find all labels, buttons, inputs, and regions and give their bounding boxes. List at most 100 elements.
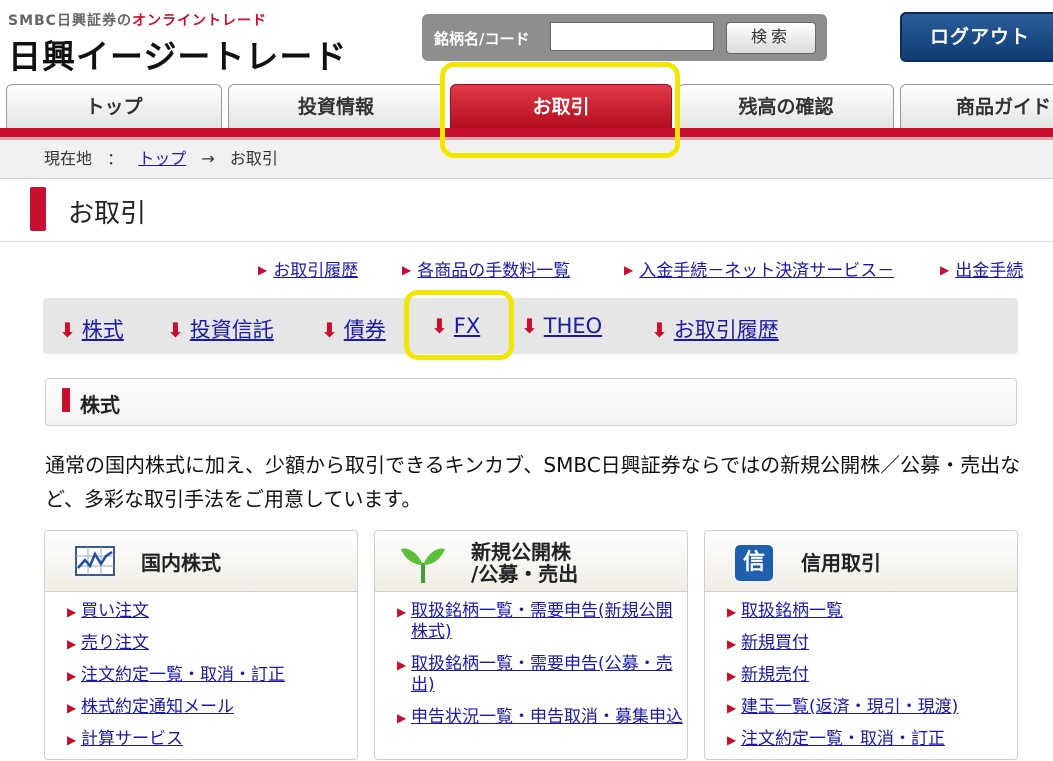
list-item: ▶ 新規売付 <box>727 665 1017 686</box>
search-label: 銘柄名/コード <box>434 30 530 48</box>
anchor-funds-wrap: ⬇ 投資信託 <box>167 314 274 344</box>
breadcrumb-arrow: → <box>201 149 215 168</box>
brand-tagline: SMBC日興証券のオンライントレード <box>8 10 267 30</box>
sprout-icon <box>399 541 447 589</box>
tab-balance[interactable]: 残高の確認 <box>678 84 894 128</box>
link-sell-order[interactable]: 売り注文 <box>81 633 149 653</box>
list-item: ▶ 取扱銘柄一覧・需要申告(公募・売出) <box>397 654 687 696</box>
link-positions[interactable]: 建玉一覧(返済・現引・現渡) <box>741 697 958 717</box>
link-ipo-demand[interactable]: 取扱銘柄一覧・需要申告(新規公開株式) <box>411 601 673 642</box>
anchor-nav: ⬇ 株式 ⬇ 投資信託 ⬇ 債券 ⬇ FX ⬇ THEO ⬇ お取引履歴 <box>43 298 1018 354</box>
link-calc-service[interactable]: 計算サービス <box>81 729 183 749</box>
anchor-history[interactable]: お取引履歴 <box>674 318 779 342</box>
list-item: ▶ 株式約定通知メール <box>67 697 357 718</box>
list-item: ▶ 売り注文 <box>67 633 357 654</box>
triangle-icon: ▶ <box>67 733 77 747</box>
triangle-icon: ▶ <box>397 658 407 672</box>
down-arrow-icon: ⬇ <box>59 318 76 342</box>
top-links: ▶ お取引履歴 ▶ 各商品の手数料一覧 ▶ 入金手続－ネット決済サービス－ ▶ 出金手続 <box>0 256 1053 281</box>
search-input[interactable] <box>550 22 714 51</box>
anchor-bonds-wrap: ⬇ 債券 <box>321 314 386 344</box>
anchor-fx[interactable]: FX <box>454 314 480 338</box>
link-po-demand[interactable]: 取扱銘柄一覧・需要申告(公募・売出) <box>411 654 673 695</box>
brand-tagline-accent: オンライントレード <box>131 13 267 29</box>
list-item: ▶ 取扱銘柄一覧・需要申告(新規公開株式) <box>397 601 687 643</box>
link-deposit[interactable]: 入金手続－ネット決済サービス－ <box>639 261 894 281</box>
list-item: ▶ 買い注文 <box>67 601 357 622</box>
margin-icon: 信 <box>735 545 773 581</box>
triangle-icon: ▶ <box>67 605 77 619</box>
section-title: 株式 <box>80 393 120 417</box>
search-button[interactable]: 検索 <box>726 22 816 54</box>
triangle-icon: ▶ <box>258 263 268 277</box>
link-new-buy[interactable]: 新規買付 <box>741 633 809 653</box>
stock-chart-icon <box>75 546 115 580</box>
tab-top[interactable]: トップ <box>6 84 222 128</box>
anchor-theo[interactable]: THEO <box>544 314 602 338</box>
triangle-icon: ▶ <box>397 711 407 725</box>
logout-button[interactable]: ログアウト <box>900 12 1053 62</box>
triangle-icon: ▶ <box>727 605 737 619</box>
link-withdraw[interactable]: 出金手続 <box>955 261 1023 281</box>
page-title-bar: お取引 <box>0 179 1053 242</box>
card-title-line2: /公募・売出 <box>471 562 579 586</box>
triangle-icon: ▶ <box>624 263 634 277</box>
breadcrumb-separator: ： <box>107 149 124 168</box>
anchor-bonds[interactable]: 債券 <box>344 318 386 342</box>
section-marker <box>62 388 70 412</box>
link-application-status[interactable]: 申告状況一覧・申告取消・募集申込 <box>411 707 683 727</box>
card-title: 信用取引 <box>801 551 881 575</box>
link-trade-history[interactable]: お取引履歴 <box>273 261 358 281</box>
down-arrow-icon: ⬇ <box>167 318 184 342</box>
triangle-icon: ▶ <box>727 733 737 747</box>
card-links: ▶ 取扱銘柄一覧・需要申告(新規公開株式) ▶ 取扱銘柄一覧・需要申告(公募・売出)… <box>397 601 687 739</box>
link-trade-history-wrap: ▶ お取引履歴 <box>258 256 358 281</box>
site-logo[interactable]: 日興イージートレード <box>8 30 347 78</box>
breadcrumb-top-link[interactable]: トップ <box>138 149 186 168</box>
tab-trading[interactable]: お取引 <box>450 84 672 128</box>
tab-product-guide[interactable]: 商品ガイド <box>900 84 1053 128</box>
anchor-fx-wrap: ⬇ FX <box>431 314 480 338</box>
triangle-icon: ▶ <box>402 263 412 277</box>
card-header: 新規公開株 /公募・売出 <box>375 531 687 592</box>
down-arrow-icon: ⬇ <box>431 314 448 338</box>
site-header: SMBC日興証券のオンライントレード 日興イージートレード 銘柄名/コード 検索… <box>0 0 1053 84</box>
down-arrow-icon: ⬇ <box>321 318 338 342</box>
card-ipo: 新規公開株 /公募・売出 ▶ 取扱銘柄一覧・需要申告(新規公開株式) ▶ 取扱銘柄一… <box>374 530 688 760</box>
list-item: ▶ 取扱銘柄一覧 <box>727 601 1017 622</box>
card-title: 国内株式 <box>141 551 221 575</box>
link-order-list[interactable]: 注文約定一覧・取消・訂正 <box>81 665 285 685</box>
link-buy-order[interactable]: 買い注文 <box>81 601 149 621</box>
breadcrumb-label: 現在地 <box>44 149 93 168</box>
search-box: 銘柄名/コード 検索 <box>422 14 827 61</box>
card-margin-trading: 信 信用取引 ▶ 取扱銘柄一覧 ▶ 新規買付 ▶ 新規売付 ▶ 建玉一覧(返済・現引・現… <box>704 530 1018 760</box>
triangle-icon: ▶ <box>940 263 950 277</box>
tab-investment-info[interactable]: 投資情報 <box>228 84 444 128</box>
triangle-icon: ▶ <box>727 669 737 683</box>
card-header: 国内株式 <box>45 531 357 592</box>
link-withdraw-wrap: ▶ 出金手続 <box>940 256 1023 281</box>
link-fees-wrap: ▶ 各商品の手数料一覧 <box>402 256 570 281</box>
link-new-sell[interactable]: 新規売付 <box>741 665 809 685</box>
link-execution-mail[interactable]: 株式約定通知メール <box>81 697 234 717</box>
card-links: ▶ 取扱銘柄一覧 ▶ 新規買付 ▶ 新規売付 ▶ 建玉一覧(返済・現引・現渡) ▶ 注文約… <box>727 601 1017 761</box>
list-item: ▶ 新規買付 <box>727 633 1017 654</box>
triangle-icon: ▶ <box>67 701 77 715</box>
list-item: ▶ 計算サービス <box>67 729 357 750</box>
triangle-icon: ▶ <box>727 637 737 651</box>
anchor-funds[interactable]: 投資信託 <box>190 318 274 342</box>
link-deposit-wrap: ▶ 入金手続－ネット決済サービス－ <box>624 256 894 281</box>
link-margin-order-list[interactable]: 注文約定一覧・取消・訂正 <box>741 729 945 749</box>
brand-tagline-prefix: SMBC日興証券の <box>8 13 132 29</box>
down-arrow-icon: ⬇ <box>651 318 668 342</box>
link-fees[interactable]: 各商品の手数料一覧 <box>417 261 570 281</box>
triangle-icon: ▶ <box>727 701 737 715</box>
anchor-stocks[interactable]: 株式 <box>82 318 124 342</box>
breadcrumb: 現在地 ： トップ → お取引 <box>0 140 1053 179</box>
card-header: 信 信用取引 <box>705 531 1017 592</box>
card-title: 新規公開株 /公募・売出 <box>471 541 578 585</box>
tab-underline <box>0 128 1053 137</box>
list-item: ▶ 注文約定一覧・取消・訂正 <box>67 665 357 686</box>
triangle-icon: ▶ <box>397 605 407 619</box>
link-eligible-list[interactable]: 取扱銘柄一覧 <box>741 601 843 621</box>
